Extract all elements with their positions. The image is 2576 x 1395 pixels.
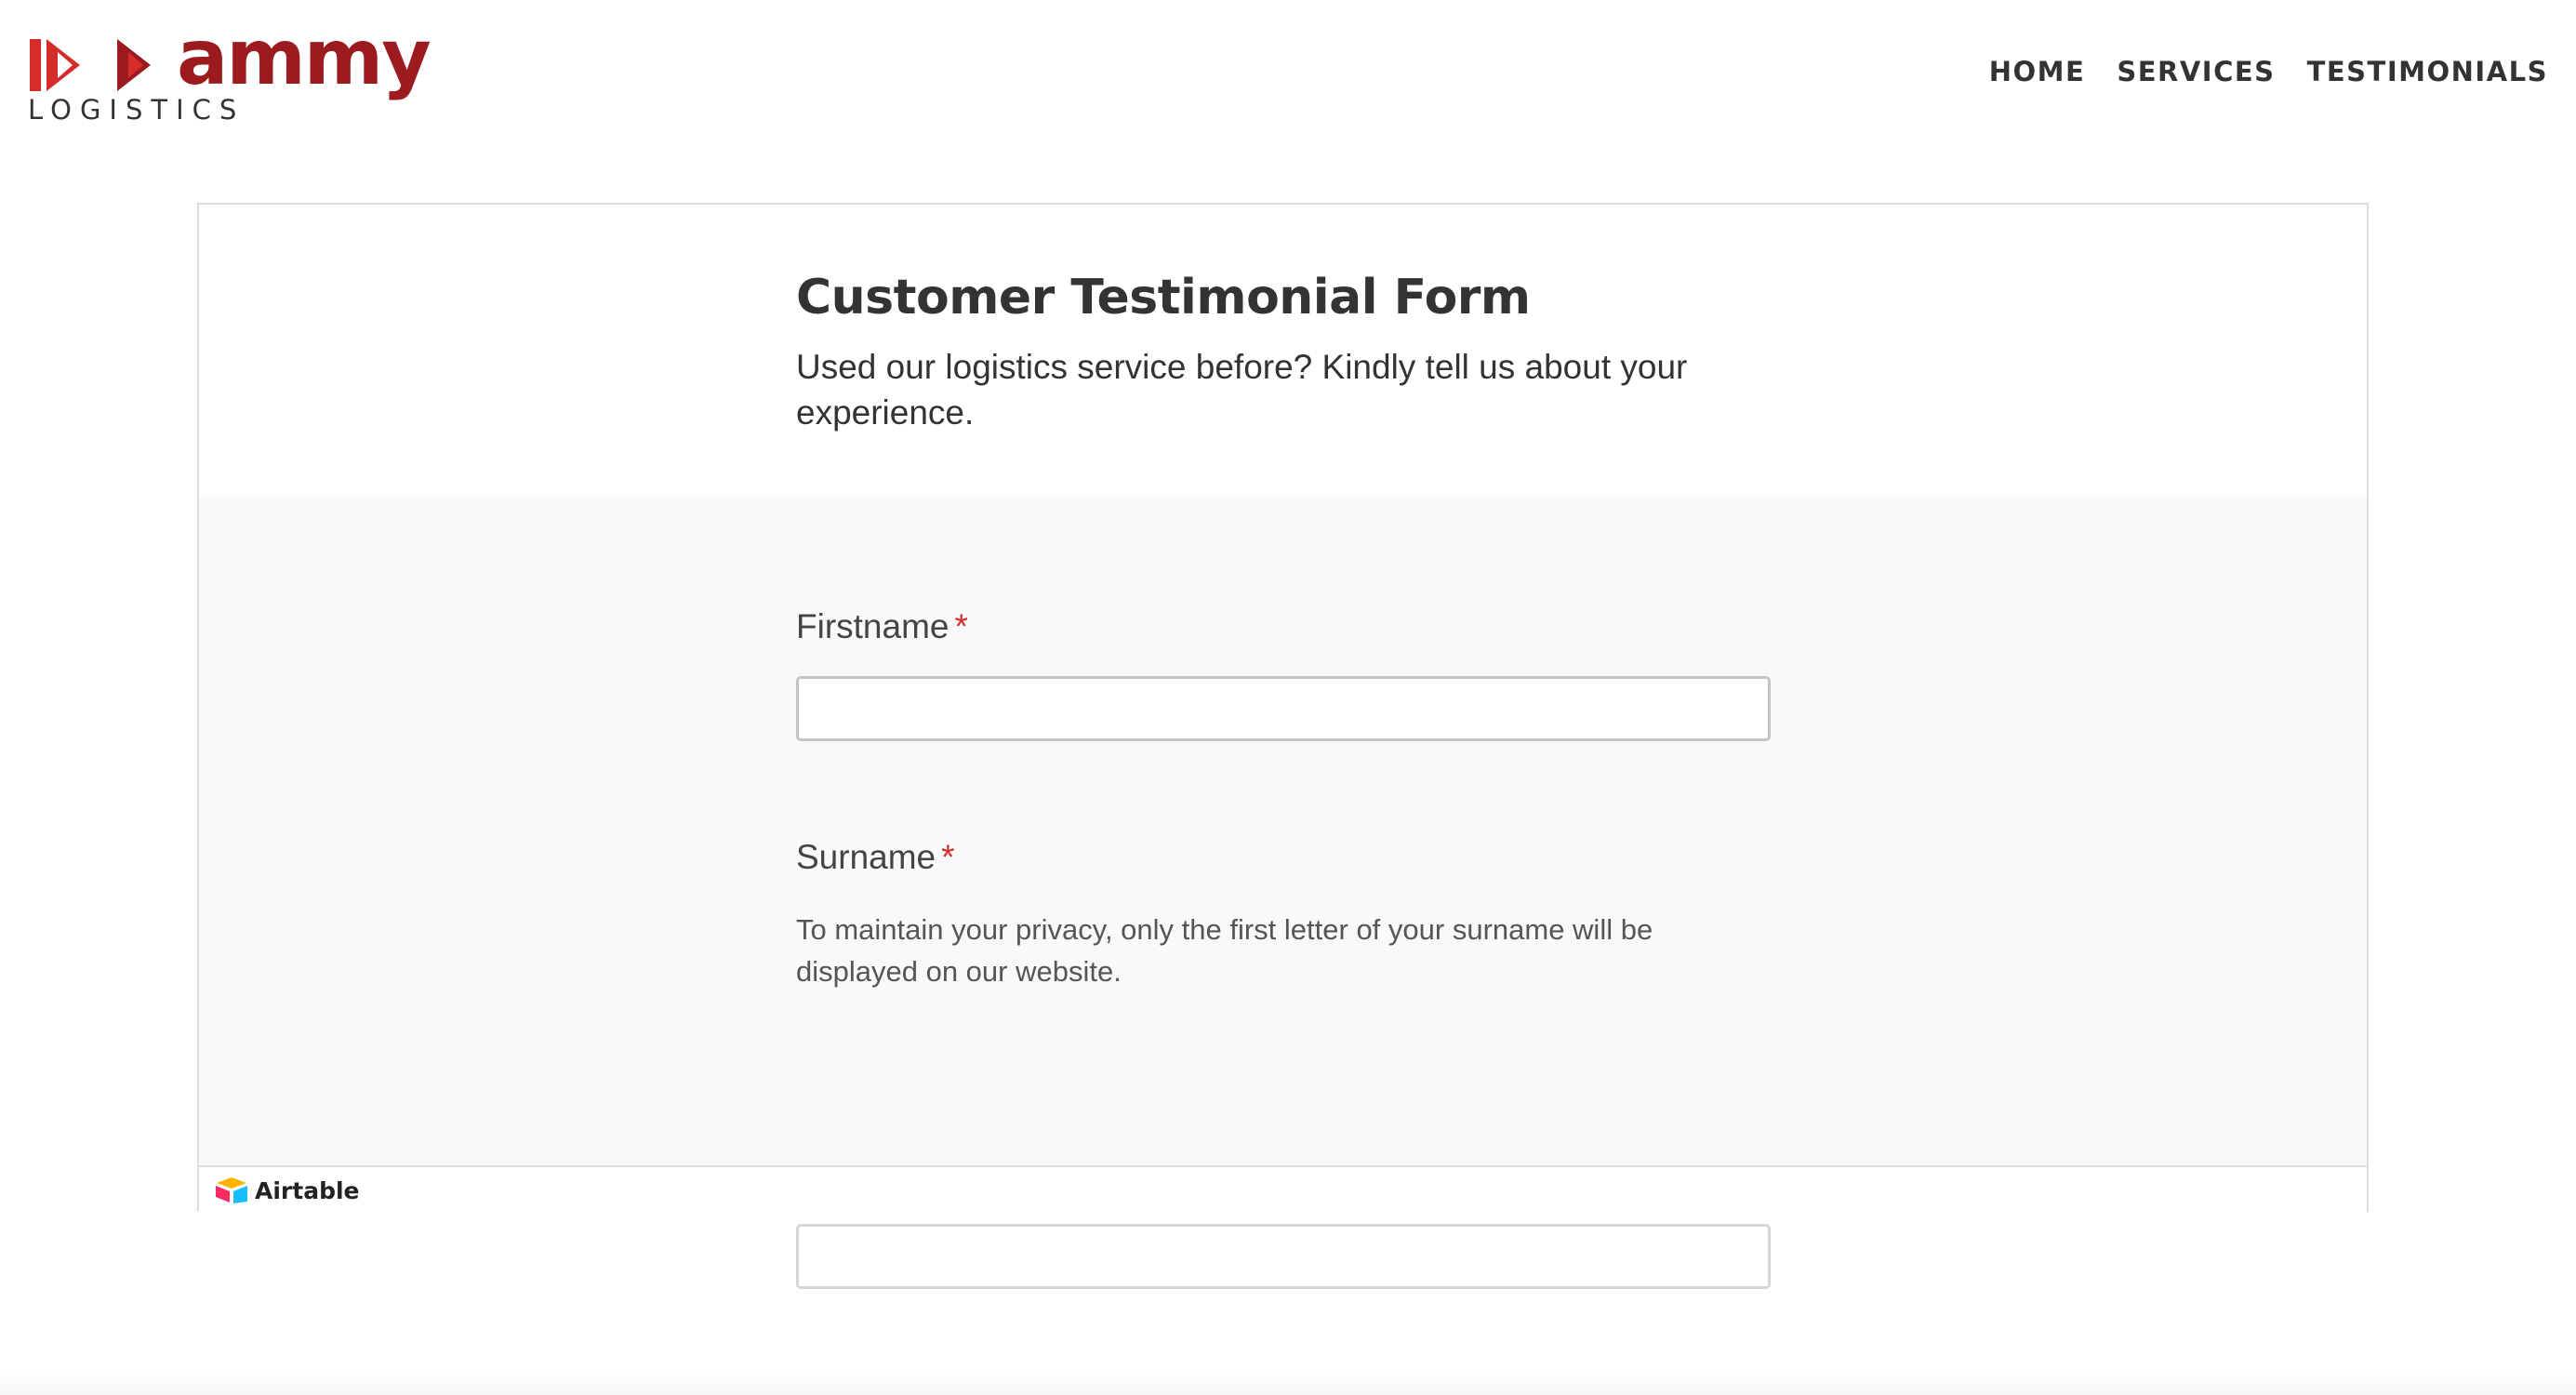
firstname-input[interactable] xyxy=(796,676,1771,741)
firstname-label-text: Firstname xyxy=(796,607,949,645)
logo-arrows-icon xyxy=(30,39,151,91)
nav-item-home[interactable]: HOME xyxy=(1989,56,2086,87)
site-header: ammy LOGISTICS HOME SERVICES TESTIMONIAL… xyxy=(0,0,2576,149)
surname-label: Surname * xyxy=(796,838,955,877)
form-description: Used our logistics service before? Kindl… xyxy=(796,348,1688,432)
nav-item-testimonials[interactable]: TESTIMONIALS xyxy=(2307,56,2548,87)
main-nav: HOME SERVICES TESTIMONIALS xyxy=(1989,56,2548,87)
surname-help-text: To maintain your privacy, only the first… xyxy=(796,913,1653,988)
brand-logo[interactable]: ammy LOGISTICS xyxy=(28,20,432,128)
airtable-form-embed: Customer Testimonial Form Used our logis… xyxy=(197,203,2369,1289)
airtable-label: Airtable xyxy=(255,1176,360,1204)
nav-item-services[interactable]: SERVICES xyxy=(2117,56,2275,87)
form-title: Customer Testimonial Form xyxy=(796,270,1531,326)
form-footer: Airtable xyxy=(199,1165,2367,1212)
airtable-brand-link[interactable]: Airtable xyxy=(214,1176,360,1204)
form-header: Customer Testimonial Form Used our logis… xyxy=(199,205,2367,498)
required-indicator: * xyxy=(954,607,968,645)
airtable-logo-icon xyxy=(216,1177,247,1203)
surname-input[interactable] xyxy=(796,1224,1771,1289)
brand-name: ammy xyxy=(177,14,432,102)
required-indicator: * xyxy=(941,838,955,876)
firstname-label: Firstname * xyxy=(796,607,968,646)
page-bottom-edge xyxy=(0,1367,2576,1395)
form-body: Firstname * Surname * To maintain your pri… xyxy=(199,498,2367,1289)
brand-tagline: LOGISTICS xyxy=(28,94,246,126)
surname-label-text: Surname xyxy=(796,838,936,876)
